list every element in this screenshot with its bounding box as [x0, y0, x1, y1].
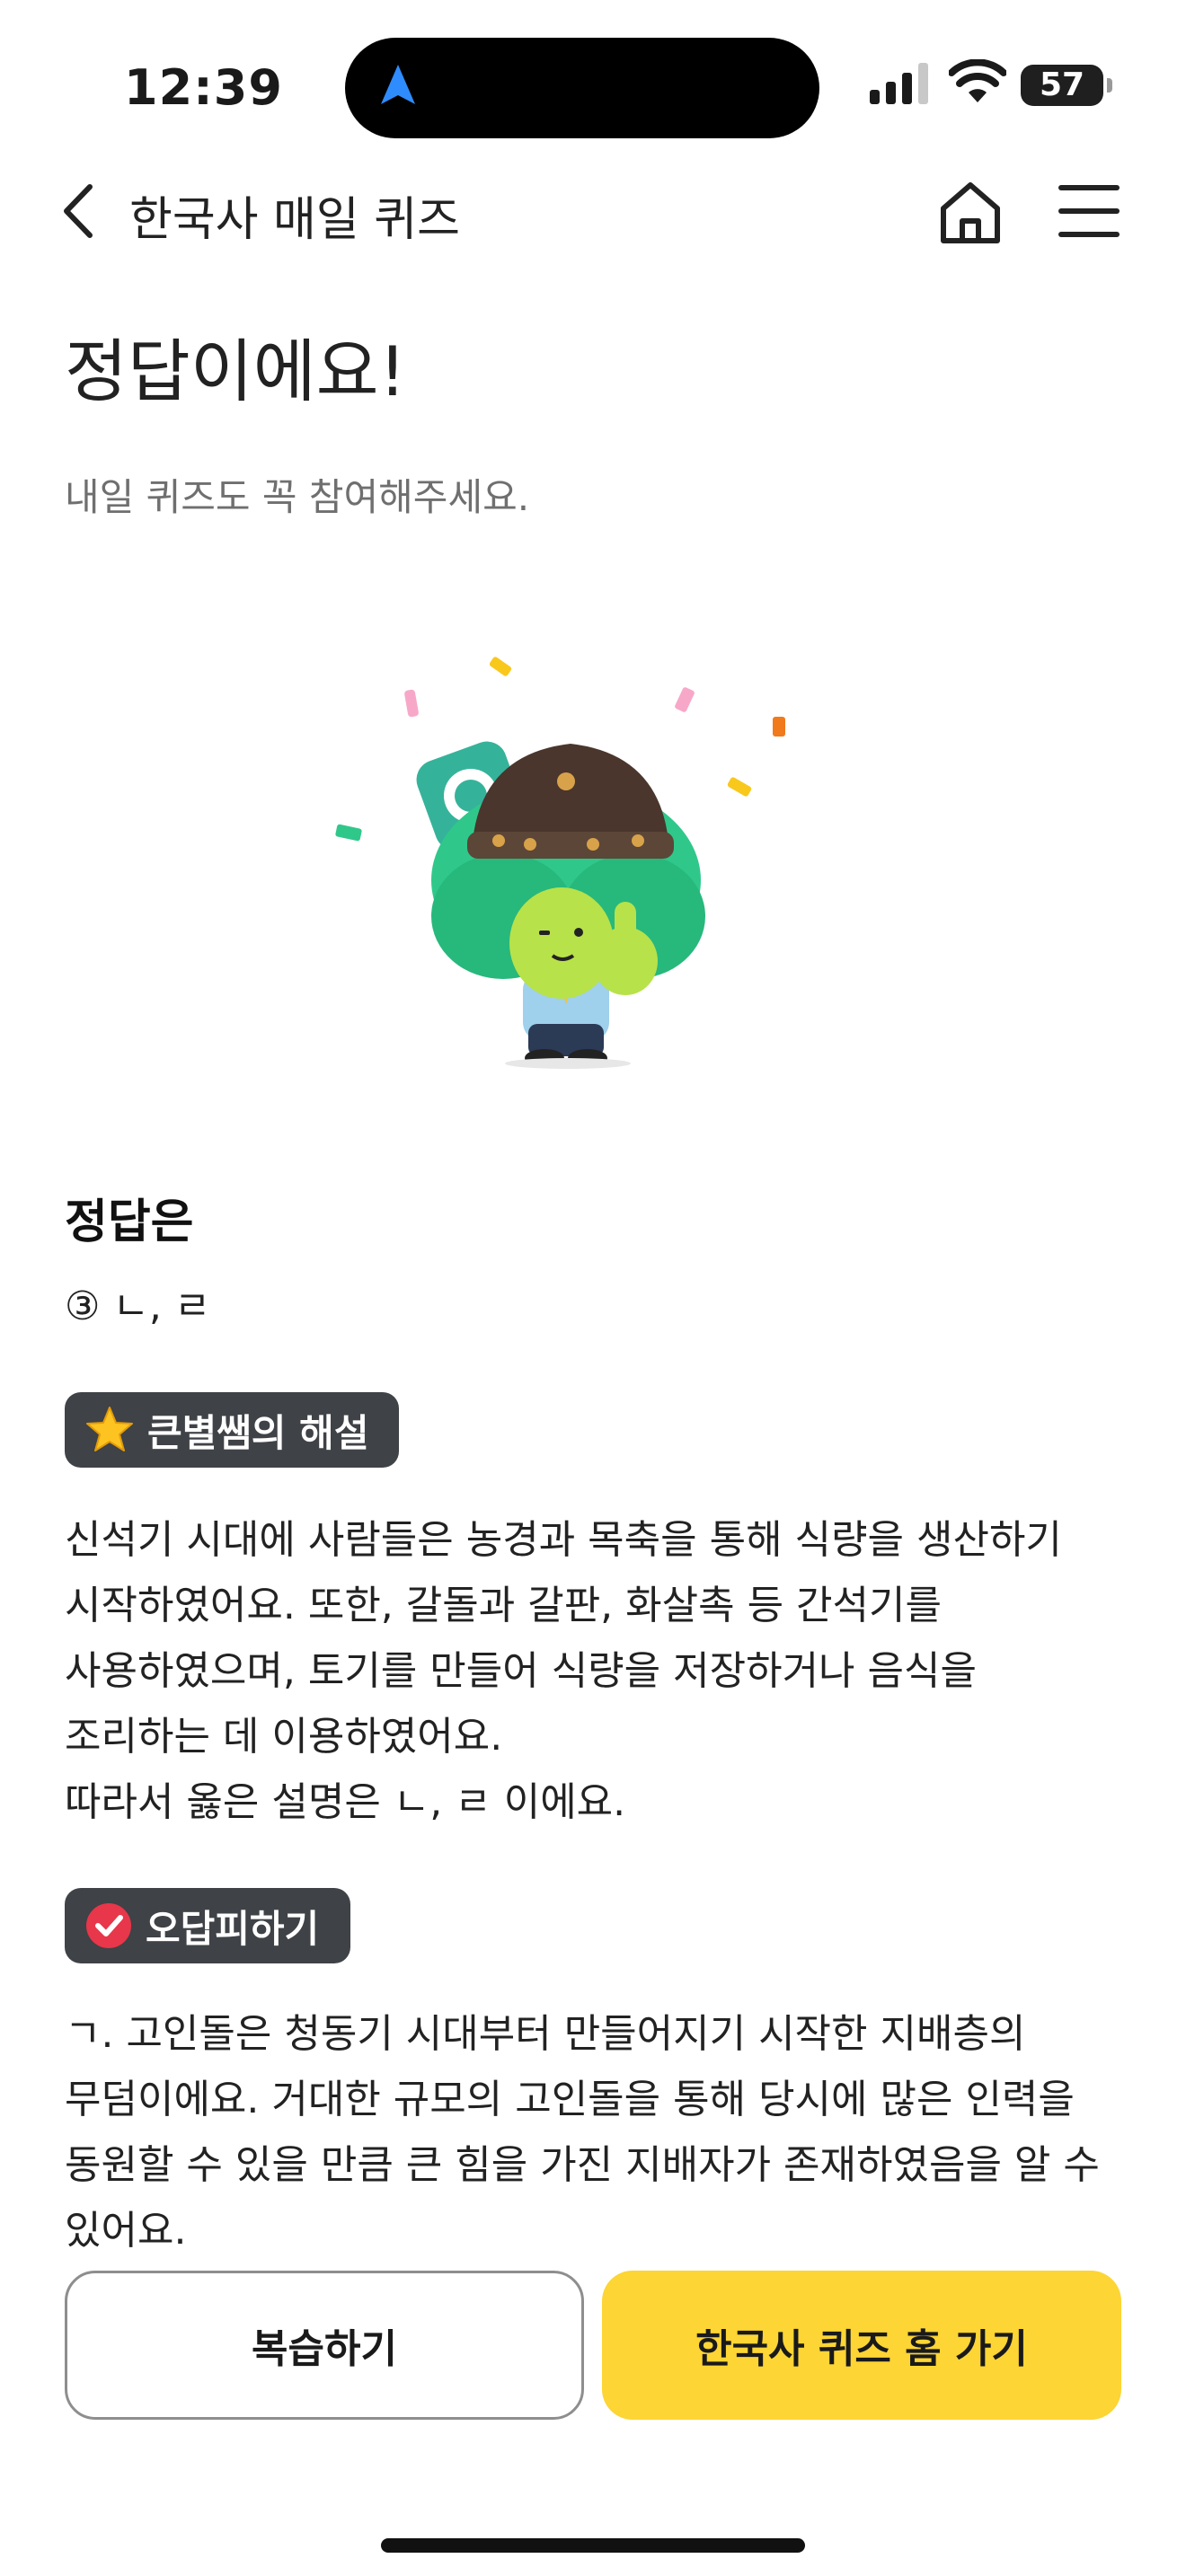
answer-text: ③ ㄴ, ㄹ	[65, 1284, 211, 1329]
menu-icon[interactable]	[1057, 181, 1121, 241]
wrong-answers-line: 있어요.	[65, 2208, 187, 2254]
star-icon	[84, 1405, 135, 1455]
wrong-answers-line: 동원할 수 있을 만큼 큰 힘을 가진 지배자가 존재하였음을 알 수	[65, 2142, 1100, 2188]
check-circle-icon	[84, 1901, 133, 1950]
explanation-line: 사용하였으며, 토기를 만들어 식량을 저장하거나 음식을	[65, 1648, 977, 1694]
explanation-line: 신석기 시대에 사람들은 농경과 목축을 통해 식량을 생산하기	[65, 1517, 1062, 1563]
home-icon[interactable]	[934, 176, 1006, 248]
explanation-line: 시작하였어요. 또한, 갈돌과 갈판, 화살촉 등 간석기를	[65, 1583, 942, 1628]
status-bar: 12:39 57	[0, 0, 1186, 144]
wrong-answers-badge-label: 오답피하기	[146, 1906, 320, 1951]
page-title: 한국사 매일 퀴즈	[129, 193, 460, 247]
explanation-badge: 큰별쌤의 해설	[65, 1392, 399, 1468]
battery-icon: 57	[1021, 65, 1112, 106]
wrong-answers-badge: 오답피하기	[65, 1888, 350, 1963]
result-subtext: 내일 퀴즈도 꼭 참여해주세요.	[65, 475, 530, 519]
wifi-icon	[949, 59, 1006, 102]
wrong-answers-line: 무덤이에요. 거대한 규모의 고인돌을 통해 당시에 많은 인력을	[65, 2077, 1075, 2122]
review-button[interactable]: 복습하기	[65, 2271, 584, 2420]
status-time: 12:39	[124, 59, 283, 116]
signal-icon	[870, 63, 928, 104]
answer-title: 정답은	[65, 1195, 194, 1249]
result-headline: 정답이에요!	[65, 331, 407, 411]
explanation-line: 조리하는 데 이용하였어요.	[65, 1714, 503, 1760]
explanation-text: 신석기 시대에 사람들은 농경과 목축을 통해 식량을 생산하기 시작하였어요.…	[65, 1507, 1125, 1835]
back-chevron-icon[interactable]	[58, 181, 101, 241]
home-indicator[interactable]	[381, 2538, 805, 2553]
wrong-answers-text: ㄱ. 고인돌은 청동기 시대부터 만들어지기 시작한 지배층의 무덤이에요. 거…	[65, 2001, 1125, 2256]
nav-header: 한국사 매일 퀴즈	[0, 162, 1186, 260]
wrong-answers-line: ㄱ. 고인돌은 청동기 시대부터 만들어지기 시작한 지배층의	[65, 2011, 1026, 2057]
explanation-line: 따라서 옳은 설명은 ㄴ, ㄹ 이에요.	[65, 1779, 626, 1825]
dynamic-island	[345, 38, 819, 138]
navigation-arrow-icon	[381, 65, 415, 104]
quiz-home-button[interactable]: 한국사 퀴즈 홈 가기	[602, 2271, 1121, 2420]
mascot-illustration	[335, 657, 785, 1069]
explanation-badge-label: 큰별쌤의 해설	[147, 1410, 369, 1455]
